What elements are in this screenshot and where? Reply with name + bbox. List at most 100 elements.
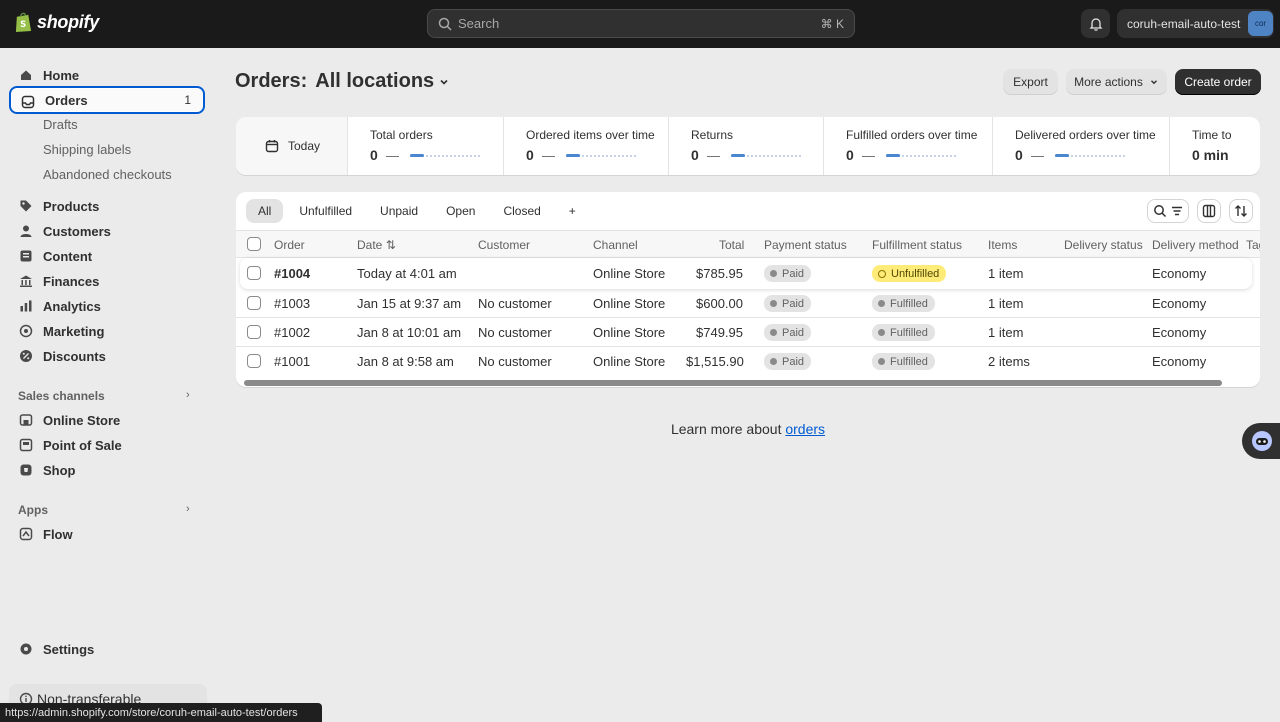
horizontal-scrollbar[interactable] [244,380,1222,386]
sidebar-item-products[interactable]: Products [9,192,205,220]
store-avatar: cor [1248,11,1273,36]
sidebar-item-analytics[interactable]: Analytics [9,292,205,320]
date-range-label: Today [288,139,321,153]
column-date-label: Date [357,238,383,252]
table-row[interactable]: #1001 Jan 8 at 9:58 am No customer Onlin… [236,347,1260,376]
column-customer[interactable]: Customer [478,238,530,252]
order-date: Jan 15 at 9:37 am [357,296,462,311]
row-checkbox[interactable] [247,325,261,339]
sidebar-subitem-shipping-labels[interactable]: Shipping labels [43,142,131,157]
column-delivery-status[interactable]: Delivery status [1064,238,1143,252]
column-channel[interactable]: Channel [593,238,638,252]
columns-button[interactable] [1197,199,1221,223]
order-customer: No customer [478,296,552,311]
sidebar-item-label: Shop [43,462,76,478]
sidebar-item-finances[interactable]: Finances [9,267,205,295]
row-checkbox[interactable] [247,266,261,280]
sidebar-subitem-drafts[interactable]: Drafts [43,117,78,132]
fulfillment-status-label: Fulfilled [890,355,928,368]
more-actions-button[interactable]: More actions [1066,69,1167,95]
create-order-button[interactable]: Create order [1175,69,1261,95]
learn-more-orders-link[interactable]: orders [785,421,825,437]
sidebar-item-flow[interactable]: Flow [9,520,205,548]
order-total: $1,515.90 [686,354,744,369]
order-items: 1 item [988,266,1024,281]
metric-sparkline [410,154,480,157]
metric-fulfilled-orders[interactable]: Fulfilled orders over time 0 — [824,117,993,175]
metric-value: 0 [1015,147,1023,163]
row-checkbox[interactable] [247,296,261,310]
column-order[interactable]: Order [274,238,305,252]
order-number[interactable]: #1001 [274,354,310,369]
sidebar-item-home[interactable]: Home [9,61,205,89]
home-icon [21,70,31,80]
metric-time-to-fulfill[interactable]: Time to 0 min [1170,117,1260,175]
metric-sparkline [1055,154,1125,157]
row-checkbox[interactable] [247,354,261,368]
metric-returns[interactable]: Returns 0 — [669,117,824,175]
column-payment-status[interactable]: Payment status [764,238,847,252]
metric-trend: — [386,148,399,163]
column-date[interactable]: Date ⇅ [357,238,396,252]
metric-value: 0 [526,147,534,163]
search-input[interactable] [458,16,821,31]
column-items[interactable]: Items [988,238,1017,252]
table-row[interactable]: #1004 Today at 4:01 am Online Store $785… [240,258,1252,289]
shopify-logo[interactable]: S shopify [14,11,99,33]
sidebar-item-marketing[interactable]: Marketing [9,317,205,345]
apps-heading[interactable]: Apps [18,503,48,517]
metric-total-orders[interactable]: Total orders 0 — [348,117,504,175]
metric-sparkline [566,154,636,157]
sidebar-item-content[interactable]: Content [9,242,205,270]
order-channel: Online Store [593,296,666,311]
sidekick-assistant-button[interactable] [1242,423,1280,459]
search-shortcut: ⌘ K [820,16,844,31]
column-tags[interactable]: Tag [1246,238,1260,252]
chevron-down-icon [1150,80,1157,85]
chevron-right-icon[interactable]: › [186,389,190,401]
export-button[interactable]: Export [1003,69,1058,95]
order-delivery-method: Economy [1152,296,1207,311]
sidebar-subitem-abandoned-checkouts[interactable]: Abandoned checkouts [43,167,172,182]
order-customer: No customer [478,354,552,369]
tab-open[interactable]: Open [434,199,487,223]
search-bar[interactable]: ⌘ K [427,9,855,38]
orders-icon [21,95,35,109]
store-switcher[interactable]: coruh-email-auto-test cor [1117,9,1274,38]
date-range-button[interactable]: Today [236,117,348,175]
column-total[interactable]: Total [719,238,744,252]
content-icon [20,250,32,262]
tab-closed[interactable]: Closed [491,199,552,223]
sidebar-item-settings[interactable]: Settings [9,635,205,663]
metric-value: 0 min [1192,147,1229,163]
fulfillment-status-label: Fulfilled [890,297,928,310]
search-filter-button[interactable] [1147,199,1189,223]
column-delivery-method[interactable]: Delivery method [1152,238,1239,252]
table-row[interactable]: #1002 Jan 8 at 10:01 am No customer Onli… [236,318,1260,347]
payment-status-label: Paid [782,355,805,368]
sidebar-item-shop[interactable]: Shop [9,456,205,484]
sidebar-item-customers[interactable]: Customers [9,217,205,245]
order-number[interactable]: #1003 [274,296,310,311]
chevron-right-icon[interactable]: › [186,503,190,515]
metric-delivered-orders[interactable]: Delivered orders over time 0 — [993,117,1170,175]
sales-channels-heading[interactable]: Sales channels [18,389,105,403]
metric-value: 0 [691,147,699,163]
column-fulfillment-status[interactable]: Fulfillment status [872,238,962,252]
tab-unfulfilled[interactable]: Unfulfilled [287,199,364,223]
sidebar-item-discounts[interactable]: Discounts [9,342,205,370]
sort-button[interactable] [1229,199,1253,223]
status-dot-icon [878,329,885,336]
add-view-button[interactable]: + [557,199,588,223]
tab-all[interactable]: All [246,199,284,223]
sidebar-item-orders[interactable]: Orders 1 [9,86,205,114]
order-number[interactable]: #1004 [274,266,310,281]
notifications-button[interactable] [1081,9,1110,38]
location-selector[interactable]: All locations [315,70,450,93]
order-number[interactable]: #1002 [274,325,310,340]
metric-ordered-items[interactable]: Ordered items over time 0 — [504,117,669,175]
table-row[interactable]: #1003 Jan 15 at 9:37 am No customer Onli… [236,289,1260,318]
tab-unpaid[interactable]: Unpaid [368,199,430,223]
select-all-checkbox[interactable] [247,237,261,251]
top-bar: S shopify ⌘ K coruh-email-auto-test cor [0,0,1280,48]
